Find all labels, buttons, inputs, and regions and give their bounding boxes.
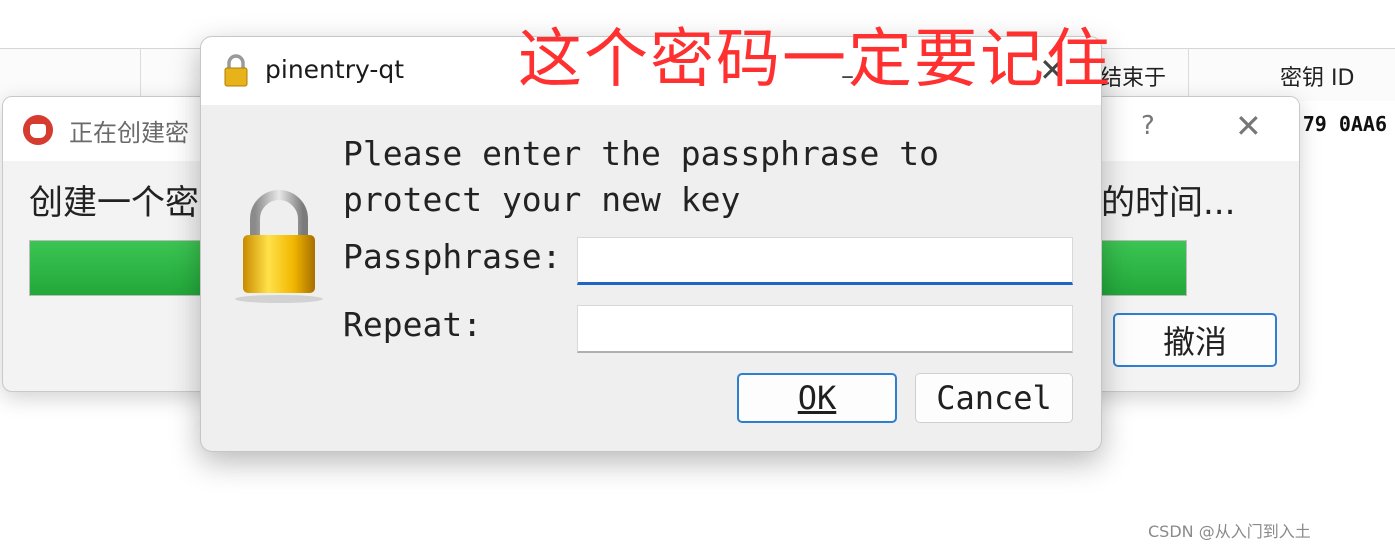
annotation-text: 这个密码一定要记住 xyxy=(518,23,1112,97)
column-header-key-id[interactable]: 密钥 ID xyxy=(1280,60,1354,92)
padlock-icon xyxy=(235,190,323,303)
key-id-cell: 79 0AA6 xyxy=(1302,112,1387,136)
repeat-label: Repeat: xyxy=(343,305,483,344)
help-icon[interactable]: ? xyxy=(1141,111,1155,141)
repeat-passphrase-input[interactable] xyxy=(577,305,1073,353)
passphrase-input[interactable] xyxy=(577,237,1073,285)
column-separator xyxy=(140,48,141,100)
progress-cancel-button[interactable]: 撤消 xyxy=(1113,313,1277,367)
watermark: CSDN @从入门到入土 xyxy=(1148,522,1311,541)
cancel-button[interactable]: Cancel xyxy=(915,373,1073,423)
pinentry-title: pinentry-qt xyxy=(265,55,405,84)
progress-dialog-title: 正在创建密 xyxy=(69,119,189,147)
passphrase-label: Passphrase: xyxy=(343,237,562,276)
cancel-button-label: Cancel xyxy=(936,379,1052,417)
progress-message: 创建一个密 xyxy=(29,183,199,223)
description-line: Please enter the passphrase to xyxy=(343,134,940,173)
column-separator xyxy=(1188,48,1189,100)
ok-button-label: OK xyxy=(797,379,837,417)
close-icon[interactable]: ✕ xyxy=(1235,107,1262,145)
progress-message-tail: 的时间... xyxy=(1101,183,1236,223)
description-line: protect your new key xyxy=(343,180,741,219)
pinentry-description: Please enter the passphrase to protect y… xyxy=(343,131,939,223)
kleopatra-icon xyxy=(23,115,53,145)
ok-button[interactable]: OK xyxy=(737,373,897,423)
padlock-icon xyxy=(224,54,248,87)
